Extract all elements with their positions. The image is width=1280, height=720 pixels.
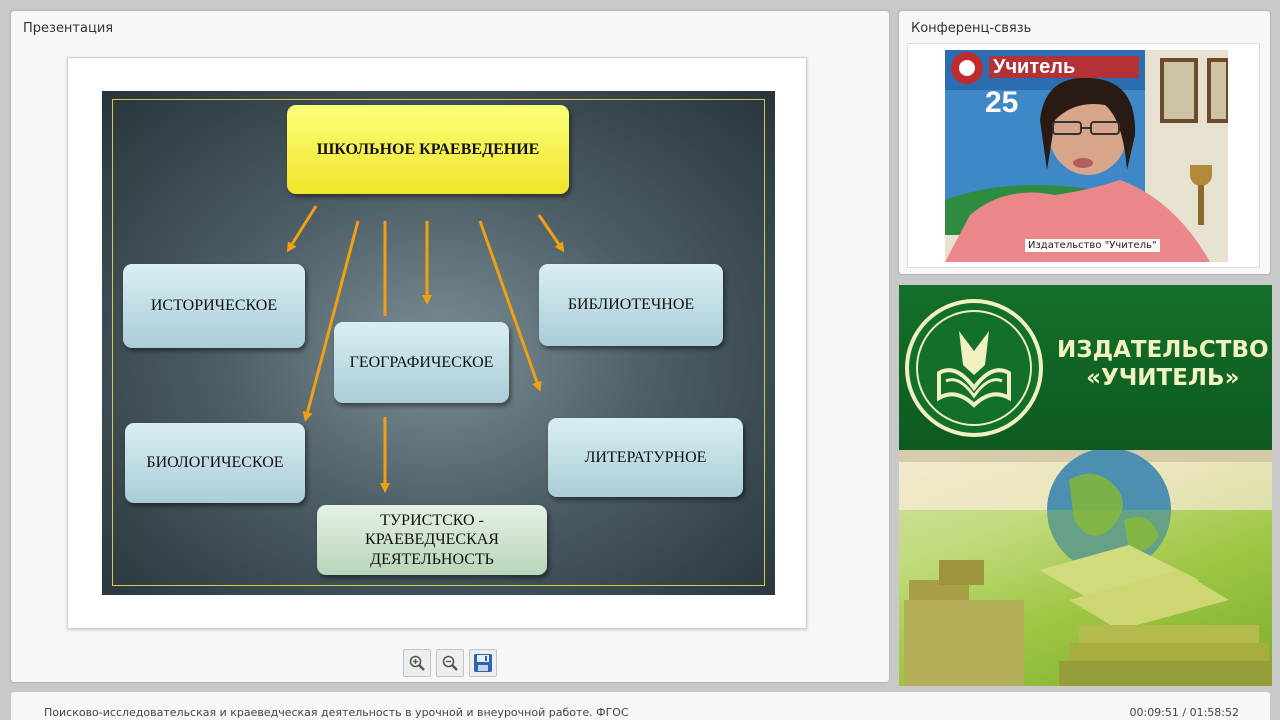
literary-box: ЛИТЕРАТУРНОЕ: [548, 418, 743, 497]
playback-time: 00:09:51 / 01:58:52: [1129, 706, 1239, 719]
publisher-name-line-1: ИЗДАТЕЛЬСТВО: [1057, 337, 1269, 363]
lecture-title: Поисково-исследовательская и краеведческ…: [44, 706, 629, 719]
library-box: БИБЛИОТЕЧНОЕ: [539, 264, 723, 346]
tourism-line-3: ДЕЯТЕЛЬНОСТЬ: [370, 550, 494, 568]
publisher-name-line-2: «УЧИТЕЛЬ»: [1086, 364, 1240, 391]
floppy-disk-icon: [474, 654, 492, 672]
tourism-box: ТУРИСТСКО - КРАЕВЕДЧЕСКАЯ ДЕЯТЕЛЬНОСТЬ: [317, 505, 547, 575]
arrow-to-library: [537, 214, 565, 253]
slide: ШКОЛЬНОЕ КРАЕВЕДЕНИЕ ИСТОРИЧЕСКОЕ ГЕОГРА…: [102, 91, 775, 595]
title-box: ШКОЛЬНОЕ КРАЕВЕДЕНИЕ: [287, 105, 569, 194]
video-container: Учитель 25 Издательство "Учитель": [907, 43, 1260, 268]
presentation-panel-title: Презентация: [23, 21, 114, 36]
zoom-out-icon: [442, 655, 458, 671]
publisher-name: ИЗДАТЕЛЬСТВО «УЧИТЕЛЬ»: [1057, 337, 1269, 392]
tourism-line-1: ТУРИСТСКО -: [380, 512, 484, 530]
video-caption: Издательство "Учитель": [1025, 239, 1160, 252]
save-button[interactable]: [469, 649, 497, 677]
speaker-video-image: Учитель 25: [945, 50, 1228, 262]
biological-box: БИОЛОГИЧЕСКОЕ: [125, 423, 305, 503]
svg-text:25: 25: [985, 86, 1018, 119]
arrow-to-historical: [286, 205, 318, 253]
geographic-box: ГЕОГРАФИЧЕСКОЕ: [334, 322, 509, 403]
historical-box: ИСТОРИЧЕСКОЕ: [123, 264, 305, 348]
zoom-in-button[interactable]: [403, 649, 431, 677]
footer-bar: Поисково-исследовательская и краеведческ…: [11, 692, 1270, 720]
svg-text:Учитель: Учитель: [993, 56, 1075, 78]
zoom-out-button[interactable]: [436, 649, 464, 677]
banner-header: ИЗДАТЕЛЬСТВО «УЧИТЕЛЬ»: [899, 285, 1272, 450]
publisher-logo-icon: [905, 299, 1043, 437]
presentation-panel: Презентация ШКОЛЬНОЕ КРАЕВЕДЕНИЕ ИСТОРИЧ…: [11, 11, 889, 682]
publisher-banner: ИЗДАТЕЛЬСТВО «УЧИТЕЛЬ»: [899, 285, 1272, 686]
banner-image: [899, 450, 1272, 686]
tourism-line-2: КРАЕВЕДЧЕСКАЯ: [365, 531, 499, 549]
slide-frame: ШКОЛЬНОЕ КРАЕВЕДЕНИЕ ИСТОРИЧЕСКОЕ ГЕОГРА…: [67, 57, 807, 629]
books-and-globe-image: [899, 450, 1272, 686]
conference-panel: Конференц-связь Учитель 25 Издательство …: [899, 11, 1270, 274]
zoom-in-icon: [409, 655, 425, 671]
conference-panel-title: Конференц-связь: [911, 21, 1032, 36]
video-feed[interactable]: Учитель 25 Издательство "Учитель": [945, 50, 1228, 262]
